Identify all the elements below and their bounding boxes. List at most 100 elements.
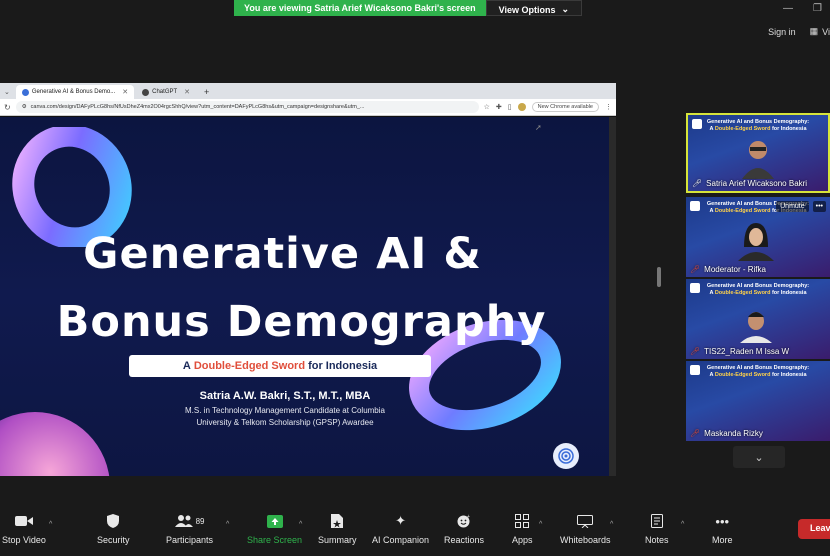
- muted-microphone-icon: 🎤︎: [690, 347, 701, 356]
- participant-video: [742, 141, 774, 179]
- refresh-icon[interactable]: ↻: [4, 103, 11, 112]
- close-tab-icon[interactable]: ✕: [184, 88, 190, 96]
- share-screen-button[interactable]: Share Screen: [247, 513, 302, 545]
- spiral-icon: [558, 448, 574, 464]
- chevron-down-icon: ⌄: [754, 451, 764, 464]
- more-options-icon[interactable]: •••: [812, 201, 826, 212]
- browser-tab-bar: ⌄ Generative AI & Bonus Demo... ✕ ChatGP…: [0, 83, 616, 99]
- tile-slide-header: Generative AI and Bonus Demography: A Do…: [686, 365, 830, 379]
- tab-label: Generative AI & Bonus Demo...: [31, 89, 116, 95]
- tab-search-icon[interactable]: ⌄: [4, 88, 14, 99]
- video-camera-icon: [14, 513, 33, 529]
- minimize-icon[interactable]: —: [783, 3, 793, 14]
- close-tab-icon[interactable]: ✕: [122, 88, 128, 96]
- more-button[interactable]: ••• More: [712, 513, 733, 546]
- notes-button[interactable]: Notes: [645, 513, 669, 545]
- top-right-controls: Sign in ▦ Vi: [768, 26, 830, 37]
- ai-companion-button[interactable]: ✦ AI Companion: [372, 513, 429, 545]
- tile-slide-header: Generative AI and Bonus Demography: A Do…: [686, 283, 830, 297]
- view-button[interactable]: ▦ Vi: [810, 26, 830, 37]
- unmute-button[interactable]: Unmute: [776, 201, 809, 212]
- whiteboards-button[interactable]: Whiteboards: [560, 513, 611, 545]
- leave-button[interactable]: Leave: [798, 519, 830, 539]
- participant-tile[interactable]: Generative AI and Bonus Demography: A Do…: [686, 279, 830, 359]
- summary-button[interactable]: Summary: [318, 513, 357, 545]
- participant-label: 🎤︎ Moderator - Rifka: [690, 265, 766, 274]
- browser-tab-chatgpt[interactable]: ChatGPT ✕: [136, 85, 196, 99]
- viewing-screen-label: You are viewing Satria Arief Wicaksono B…: [234, 0, 486, 16]
- profile-avatar[interactable]: [517, 103, 526, 111]
- participant-name: TIS22_Raden M Issa W: [704, 347, 790, 356]
- participants-options-caret-icon[interactable]: ^: [226, 521, 229, 528]
- participant-name: Satria Arief Wicaksono Bakri: [706, 179, 808, 188]
- presenter-name: Satria A.W. Bakri, S.T., M.T., MBA: [199, 390, 371, 402]
- tab-label: ChatGPT: [152, 89, 178, 95]
- meeting-toolbar: Stop Video ^ Security 89 Participants ^ …: [0, 503, 830, 556]
- apps-grid-icon: [515, 513, 530, 529]
- site-info-icon[interactable]: ⚙: [22, 104, 27, 110]
- shield-icon: [107, 513, 120, 529]
- grid-view-icon: ▦: [809, 26, 819, 36]
- scroll-participants-down-button[interactable]: ⌄: [733, 446, 785, 468]
- mouse-cursor-icon: ➚: [535, 123, 542, 132]
- stop-video-button[interactable]: Stop Video: [2, 513, 46, 545]
- zoom-meeting-window: { "banner": { "text": "You are viewing S…: [0, 0, 830, 556]
- apps-label: Apps: [512, 535, 533, 545]
- participant-label: 🎤︎ TIS22_Raden M Issa W: [690, 347, 789, 356]
- apps-button[interactable]: Apps: [512, 513, 533, 545]
- extensions-icon[interactable]: ✚: [496, 103, 502, 111]
- new-tab-icon[interactable]: +: [198, 85, 215, 99]
- more-dots-icon: •••: [715, 513, 730, 529]
- participant-name: Moderator - Rifka: [704, 265, 766, 274]
- ai-companion-label: AI Companion: [372, 535, 430, 545]
- subtitle-suffix: for Indonesia: [308, 360, 378, 372]
- tile-header-line2: A Double-Edged Sword for Indonesia: [709, 290, 807, 296]
- view-options-label: View Options: [498, 4, 556, 15]
- participants-label: Participants: [166, 535, 214, 545]
- new-chrome-available-button[interactable]: New Chrome available: [531, 102, 599, 112]
- canva-assistant-icon[interactable]: [553, 443, 579, 469]
- muted-microphone-icon: 🎤︎: [690, 429, 701, 438]
- more-menu-icon[interactable]: ⋮: [605, 103, 612, 111]
- participant-name: Maskanda Rizky: [704, 429, 763, 438]
- subtitle-highlight: Double-Edged Sword: [193, 360, 306, 372]
- people-icon: 89: [174, 513, 204, 529]
- slide-title-line2: Bonus Demography: [56, 297, 547, 347]
- apps-options-caret-icon[interactable]: ^: [539, 521, 542, 528]
- participants-button[interactable]: 89 Participants: [166, 513, 213, 545]
- whiteboards-options-caret-icon[interactable]: ^: [610, 521, 613, 528]
- sign-in-button[interactable]: Sign in: [768, 27, 796, 37]
- muted-microphone-icon: 🎤︎: [690, 265, 701, 274]
- more-label: More: [712, 535, 733, 545]
- notes-options-caret-icon[interactable]: ^: [681, 521, 684, 528]
- tile-header-line1: Generative AI and Bonus Demography:: [706, 119, 810, 125]
- sidebar-icon[interactable]: ▯: [508, 103, 512, 111]
- notes-label: Notes: [645, 535, 669, 545]
- participant-tile[interactable]: Generative AI and Bonus Demography: A Do…: [686, 197, 830, 277]
- reactions-button[interactable]: + Reactions: [444, 513, 484, 545]
- video-options-caret-icon[interactable]: ^: [49, 521, 52, 528]
- url-field[interactable]: ⚙ canva.com/design/DAFyPLcG8hs/NfUsDheZ4…: [15, 101, 479, 113]
- restore-icon[interactable]: ❐: [813, 3, 822, 14]
- presenter-credentials-line1: M.S. in Technology Management Candidate …: [185, 406, 385, 415]
- participant-tile[interactable]: Generative AI and Bonus Demography: A Do…: [686, 113, 830, 193]
- share-options-caret-icon[interactable]: ^: [299, 521, 302, 528]
- slide-scrollbar[interactable]: [609, 117, 616, 476]
- browser-toolbar-icons: ☆ ✚ ▯ New Chrome available ⋮: [484, 102, 612, 112]
- participant-tile[interactable]: Generative AI and Bonus Demography: A Do…: [686, 361, 830, 441]
- canva-favicon-icon: [21, 88, 29, 96]
- browser-tab-canva[interactable]: Generative AI & Bonus Demo... ✕: [15, 85, 135, 99]
- view-options-button[interactable]: View Options ⌄: [485, 0, 583, 16]
- reactions-label: Reactions: [444, 535, 485, 545]
- stop-video-label: Stop Video: [2, 535, 46, 545]
- presenter-credentials-line2: University & Telkom Scholarship (GPSP) A…: [196, 418, 374, 427]
- security-button[interactable]: Security: [97, 513, 130, 545]
- participant-label: 🎤︎ Maskanda Rizky: [690, 429, 763, 438]
- summary-label: Summary: [318, 535, 357, 545]
- panel-splitter-handle[interactable]: [657, 267, 661, 287]
- microphone-icon: 🎤︎: [692, 179, 703, 188]
- subtitle-prefix: A: [182, 360, 191, 372]
- tile-slide-header: Generative AI and Bonus Demography: A Do…: [688, 119, 828, 133]
- notes-icon: [650, 513, 663, 529]
- bookmark-star-icon[interactable]: ☆: [484, 103, 490, 111]
